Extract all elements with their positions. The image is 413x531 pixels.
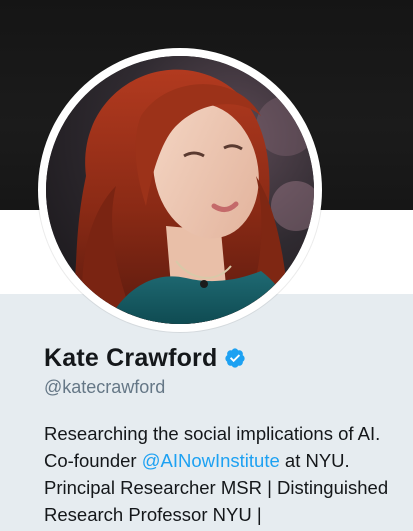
profile-handle[interactable]: @katecrawford [44,376,165,398]
avatar-photo-illustration [46,56,314,324]
profile-header: Kate Crawford @katecrawford Researching … [0,0,413,531]
verified-checkmark-icon [224,347,246,369]
avatar[interactable] [38,48,322,332]
mention-link-ainowinstitute[interactable]: @AINowInstitute [142,450,280,471]
avatar-image[interactable] [46,56,314,324]
profile-name-row: Kate Crawford [44,341,246,375]
bio-line-1: Researching the social implications of A… [44,423,381,444]
bio-line-3: Principal Researcher MSR | Distinguished [44,477,389,498]
bio-line-2-suffix: at NYU. [279,450,350,471]
profile-bio: Researching the social implications of A… [44,420,404,528]
bio-line-2: Co-founder @AINowInstitute at NYU. [44,447,404,474]
bio-line-4: Research Professor NYU | [44,504,262,525]
profile-name[interactable]: Kate Crawford [44,343,217,373]
bio-line-2-prefix: Co-founder [44,450,142,471]
